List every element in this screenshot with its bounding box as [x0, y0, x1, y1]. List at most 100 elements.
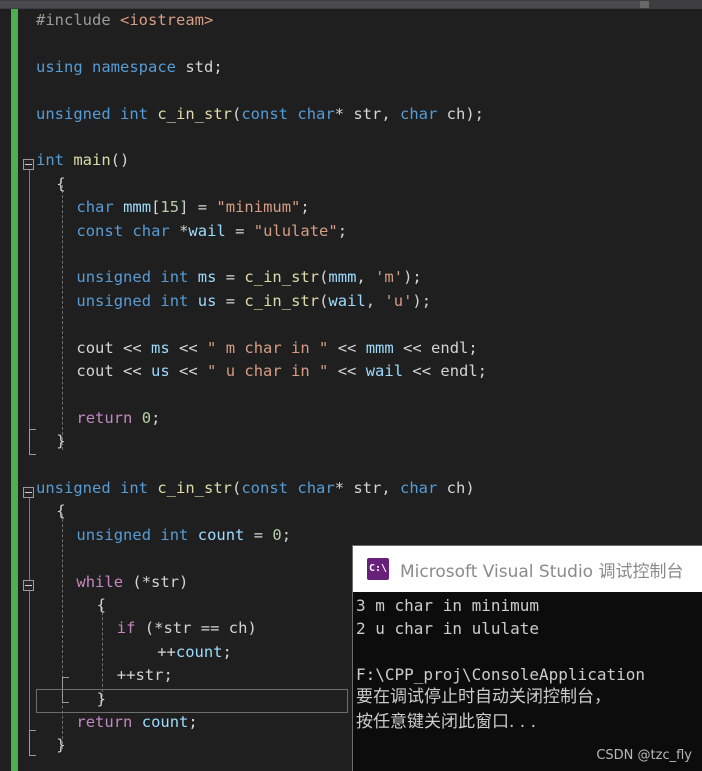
code-line[interactable]: unsigned int c_in_str(const char* str, c…: [36, 477, 475, 500]
code-line[interactable]: unsigned int count = 0;: [76, 524, 291, 547]
code-token: char: [297, 479, 335, 497]
code-token: << endl;: [403, 362, 488, 380]
code-token: ch);: [437, 104, 485, 123]
code-token: ms: [197, 268, 217, 287]
code-token: count: [197, 525, 245, 544]
code-token: unsigned: [76, 525, 152, 544]
code-token: "ululate": [253, 221, 338, 240]
code-token: ++: [157, 642, 176, 661]
code-token: const: [76, 221, 124, 240]
console-output-line: 要在调试停止时自动关闭控制台，: [356, 687, 611, 707]
code-token: " u char in ": [207, 362, 329, 380]
code-token: <iostream>: [120, 11, 214, 29]
watermark-text: CSDN @tzc_fly: [596, 748, 692, 763]
code-token: =: [216, 291, 245, 310]
horizontal-scrollbar[interactable]: [0, 0, 702, 9]
code-token: ;: [337, 221, 348, 240]
debug-console-window[interactable]: C:\ Microsoft Visual Studio 调试控制台 3 m ch…: [352, 545, 702, 771]
code-line[interactable]: return 0;: [76, 407, 160, 430]
code-token: using: [36, 57, 83, 76]
code-token: (: [319, 268, 329, 287]
code-token: unsigned: [76, 291, 152, 310]
code-line[interactable]: char mmm[15] = "minimum";: [76, 196, 309, 219]
code-token: <<: [169, 362, 208, 380]
code-line[interactable]: if (*str == ch): [117, 617, 257, 640]
code-token: unsigned: [36, 479, 111, 497]
console-title-bar[interactable]: C:\ Microsoft Visual Studio 调试控制台: [353, 546, 702, 592]
code-token: ms: [151, 338, 170, 357]
code-token: c_in_str: [157, 104, 232, 123]
code-token: 0: [272, 525, 282, 544]
code-token: (: [319, 291, 329, 310]
code-line[interactable]: int main(): [36, 149, 129, 172]
code-token: 0: [141, 408, 152, 427]
code-token: wail: [365, 362, 404, 380]
code-token: <<: [328, 338, 366, 357]
code-token: }: [56, 432, 66, 451]
code-token: ;: [222, 642, 232, 661]
code-token: {: [56, 174, 66, 193]
code-line[interactable]: {: [97, 594, 106, 617]
horizontal-scrollbar-thumb[interactable]: [0, 1, 640, 8]
code-line[interactable]: cout << ms << " m char in " << mmm << en…: [76, 337, 477, 360]
code-token: char: [297, 104, 335, 123]
code-token: cout <<: [76, 362, 152, 380]
console-output-line: F:\CPP_proj\ConsoleApplication: [356, 665, 645, 684]
code-token: ;: [213, 57, 223, 76]
code-line[interactable]: {: [56, 500, 65, 523]
code-token: ;: [281, 525, 292, 544]
code-token: ,: [356, 268, 376, 287]
code-line[interactable]: unsigned int c_in_str(const char* str, c…: [36, 103, 484, 126]
code-token: int: [120, 104, 148, 123]
code-token: int: [120, 479, 148, 497]
code-token: );: [403, 268, 422, 287]
code-line[interactable]: {: [56, 173, 65, 196]
console-output-area: 3 m char in minimum 2 u char in ululate F:…: [353, 592, 702, 771]
code-token: );: [412, 291, 432, 310]
code-token: (: [232, 479, 242, 497]
code-token: const: [241, 104, 289, 123]
code-line[interactable]: ++str;: [117, 664, 173, 687]
code-line[interactable]: unsigned int us = c_in_str(wail, 'u');: [76, 290, 431, 313]
code-token: * str,: [334, 104, 401, 123]
code-token: const: [241, 479, 289, 497]
code-line[interactable]: using namespace std;: [36, 56, 223, 79]
code-token: ;: [151, 408, 161, 427]
code-token: ;: [188, 713, 198, 731]
code-line[interactable]: }: [56, 734, 65, 757]
code-token: (: [232, 104, 242, 123]
code-token: ] =: [179, 198, 217, 217]
code-token: 15: [160, 198, 180, 217]
code-line[interactable]: while (*str): [76, 571, 188, 594]
code-token: int: [36, 151, 64, 170]
code-token: int: [160, 268, 189, 287]
code-token: int: [160, 525, 189, 544]
screenshot-root: #include <iostream> using namespace std; u…: [0, 0, 702, 771]
code-token: count: [141, 713, 189, 731]
code-token: unsigned: [36, 104, 111, 123]
code-token: "minimum": [216, 198, 301, 217]
code-token: std: [176, 57, 214, 76]
code-line[interactable]: const char *wail = "ululate";: [76, 220, 347, 243]
console-output-line: 2 u char in ululate: [356, 619, 540, 638]
code-line[interactable]: ++count;: [157, 641, 232, 664]
code-line[interactable]: return count;: [76, 711, 197, 734]
code-line[interactable]: cout << us << " u char in " << wail << e…: [76, 360, 487, 383]
code-token: char: [76, 198, 114, 217]
console-output-line: 按任意键关闭此窗口. . .: [356, 712, 537, 732]
code-token: =: [216, 268, 245, 287]
code-line[interactable]: #include <iostream>: [36, 9, 213, 32]
code-line[interactable]: unsigned int ms = c_in_str(mmm, 'm');: [76, 266, 421, 289]
code-line[interactable]: }: [56, 430, 65, 453]
